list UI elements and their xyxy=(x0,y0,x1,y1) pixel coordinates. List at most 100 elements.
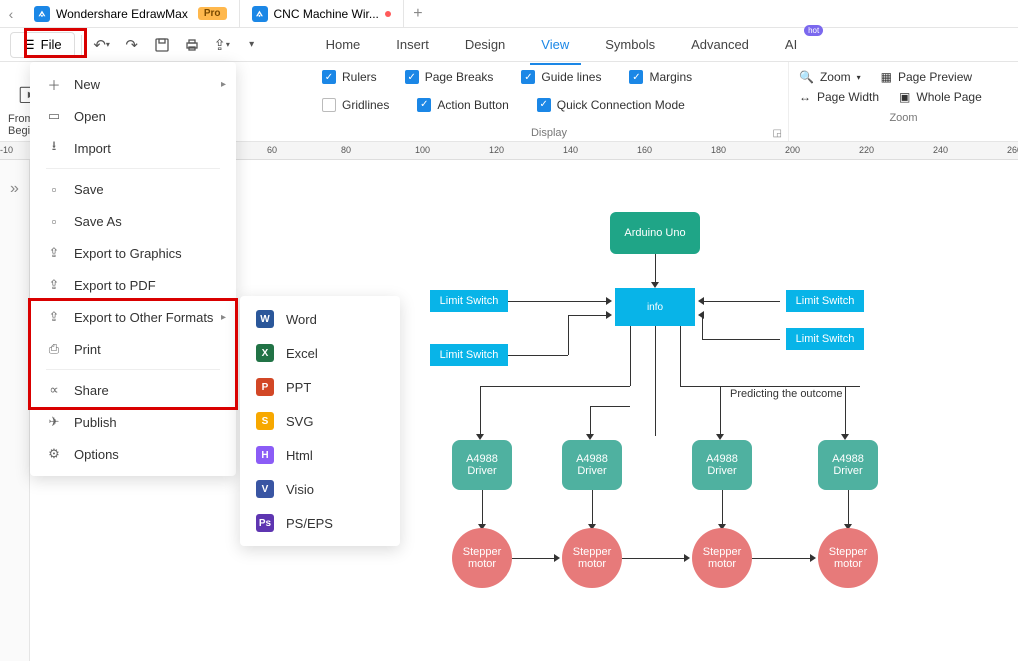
save-button[interactable] xyxy=(148,31,176,59)
page-preview-button[interactable]: ▦Page Preview xyxy=(881,70,972,84)
share-icon: ∝ xyxy=(46,382,62,398)
node-info[interactable]: info xyxy=(615,288,695,326)
more-button[interactable]: ▾ xyxy=(238,31,266,59)
node-arduino[interactable]: Arduino Uno xyxy=(610,212,700,254)
chk-pagebreaks[interactable]: Page Breaks xyxy=(405,70,494,84)
visio-icon: V xyxy=(256,480,274,498)
pro-badge: Pro xyxy=(198,7,227,20)
chevron-right-icon: ▸ xyxy=(221,79,226,90)
tab-home[interactable]: Home xyxy=(308,31,379,58)
zoom-button[interactable]: 🔍Zoom▾ xyxy=(799,70,861,84)
ribbon-group-zoom: 🔍Zoom▾ ▦Page Preview ↔Page Width ▣Whole … xyxy=(788,62,1018,141)
gear-icon: ⚙ xyxy=(46,446,62,462)
app-tab[interactable]: ⟑ Wondershare EdrawMax Pro xyxy=(22,0,240,28)
ribbon-group-display: Rulers Page Breaks Guide lines Margins G… xyxy=(310,62,788,141)
node-driver-3[interactable]: A4988 Driver xyxy=(692,440,752,490)
fm-options[interactable]: ⚙Options xyxy=(30,438,236,470)
hamburger-icon: ☰ xyxy=(23,37,35,53)
sm-word[interactable]: WWord xyxy=(240,302,400,336)
nav-back[interactable]: ‹ xyxy=(0,6,22,22)
whole-page-button[interactable]: ▣Whole Page xyxy=(899,90,982,104)
menu-tabs: Home Insert Design View Symbols Advanced… xyxy=(308,31,816,58)
new-tab-button[interactable]: + xyxy=(404,5,432,23)
print-button[interactable] xyxy=(178,31,206,59)
export-submenu: WWord XExcel PPPT SSVG HHtml VVisio PsPS… xyxy=(240,296,400,546)
tab-insert[interactable]: Insert xyxy=(378,31,447,58)
doc-icon: ⟑ xyxy=(252,6,268,22)
fm-print[interactable]: ⎙Print xyxy=(30,333,236,365)
doc-tab-label: CNC Machine Wir... xyxy=(274,7,379,21)
excel-icon: X xyxy=(256,344,274,362)
node-limit-1[interactable]: Limit Switch xyxy=(430,290,508,312)
display-group-launcher[interactable]: ◲ xyxy=(773,128,782,139)
node-limit-4[interactable]: Limit Switch xyxy=(786,328,864,350)
chk-quickconn[interactable]: Quick Connection Mode xyxy=(537,98,685,112)
export-graphics-icon: ⇪ xyxy=(46,245,62,261)
chk-gridlines[interactable]: Gridlines xyxy=(322,98,389,112)
sm-html[interactable]: HHtml xyxy=(240,438,400,472)
page-width-icon: ↔ xyxy=(799,90,811,104)
unsaved-dot xyxy=(385,11,391,17)
ppt-icon: P xyxy=(256,378,274,396)
fm-export-other[interactable]: ⇪Export to Other Formats▸ xyxy=(30,301,236,333)
html-icon: H xyxy=(256,446,274,464)
annotation: Predicting the outcome xyxy=(730,388,843,400)
page-width-button[interactable]: ↔Page Width xyxy=(799,90,879,104)
app-name: Wondershare EdrawMax xyxy=(56,7,188,21)
fm-saveas[interactable]: ▫Save As xyxy=(30,205,236,237)
chevron-right-icon: ▸ xyxy=(221,312,226,323)
fm-import[interactable]: ⭳Import xyxy=(30,132,236,164)
node-stepper-1[interactable]: Stepper motor xyxy=(452,528,512,588)
chk-guidelines[interactable]: Guide lines xyxy=(521,70,601,84)
node-driver-2[interactable]: A4988 Driver xyxy=(562,440,622,490)
zoom-group-label: Zoom xyxy=(799,112,1008,124)
save-icon: ▫ xyxy=(46,181,62,197)
app-icon: ⟑ xyxy=(34,6,50,22)
node-stepper-2[interactable]: Stepper motor xyxy=(562,528,622,588)
sm-ppt[interactable]: PPPT xyxy=(240,370,400,404)
sm-svg[interactable]: SSVG xyxy=(240,404,400,438)
node-stepper-4[interactable]: Stepper motor xyxy=(818,528,878,588)
fm-save[interactable]: ▫Save xyxy=(30,173,236,205)
fm-share[interactable]: ∝Share xyxy=(30,374,236,406)
fm-export-pdf[interactable]: ⇪Export to PDF xyxy=(30,269,236,301)
node-limit-3[interactable]: Limit Switch xyxy=(786,290,864,312)
print-icon: ⎙ xyxy=(46,341,62,357)
node-driver-1[interactable]: A4988 Driver xyxy=(452,440,512,490)
tab-design[interactable]: Design xyxy=(447,31,523,58)
fm-open[interactable]: ▭Open xyxy=(30,100,236,132)
tab-advanced[interactable]: Advanced xyxy=(673,31,767,58)
tab-ai[interactable]: AIhot xyxy=(767,31,815,58)
file-button[interactable]: ☰ File xyxy=(10,32,75,58)
export-other-icon: ⇪ xyxy=(46,309,62,325)
chk-margins[interactable]: Margins xyxy=(629,70,692,84)
node-limit-2[interactable]: Limit Switch xyxy=(430,344,508,366)
redo-button[interactable]: ↷ xyxy=(118,31,146,59)
export-pdf-icon: ⇪ xyxy=(46,277,62,293)
display-group-label: Display xyxy=(322,127,776,139)
saveas-icon: ▫ xyxy=(46,213,62,229)
ps-icon: Ps xyxy=(256,514,274,532)
tab-symbols[interactable]: Symbols xyxy=(587,31,673,58)
undo-button[interactable]: ↶▾ xyxy=(88,31,116,59)
node-driver-4[interactable]: A4988 Driver xyxy=(818,440,878,490)
node-stepper-3[interactable]: Stepper motor xyxy=(692,528,752,588)
file-label: File xyxy=(41,37,62,52)
sm-excel[interactable]: XExcel xyxy=(240,336,400,370)
tab-view[interactable]: View xyxy=(523,31,587,58)
folder-icon: ▭ xyxy=(46,108,62,124)
word-icon: W xyxy=(256,310,274,328)
fm-publish[interactable]: ✈Publish xyxy=(30,406,236,438)
hot-badge: hot xyxy=(804,25,823,36)
chk-actionbtn[interactable]: Action Button xyxy=(417,98,508,112)
sm-pseps[interactable]: PsPS/EPS xyxy=(240,506,400,540)
fm-export-graphics[interactable]: ⇪Export to Graphics xyxy=(30,237,236,269)
page-preview-icon: ▦ xyxy=(881,70,892,84)
fm-new[interactable]: ＋New▸ xyxy=(30,68,236,100)
plus-icon: ＋ xyxy=(46,76,62,92)
expand-sidebar-icon[interactable]: » xyxy=(10,180,19,198)
chk-rulers[interactable]: Rulers xyxy=(322,70,377,84)
export-button[interactable]: ⇪▾ xyxy=(208,31,236,59)
doc-tab[interactable]: ⟑ CNC Machine Wir... xyxy=(240,0,404,28)
sm-visio[interactable]: VVisio xyxy=(240,472,400,506)
